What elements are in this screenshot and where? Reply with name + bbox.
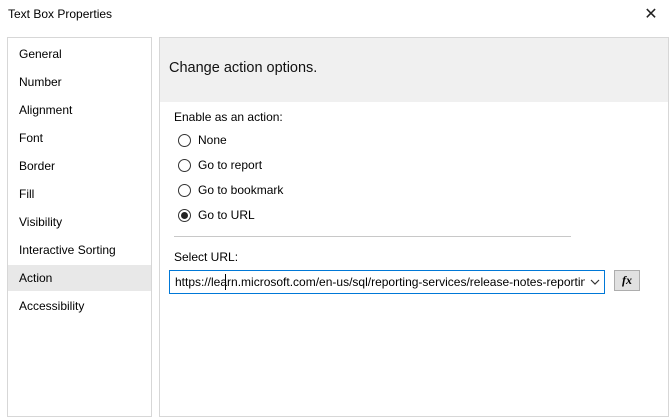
sidebar-item-visibility[interactable]: Visibility [8, 209, 151, 235]
close-icon[interactable]: ✕ [641, 4, 661, 24]
radio-label: None [198, 133, 227, 147]
sidebar-item-number[interactable]: Number [8, 69, 151, 95]
url-combobox[interactable]: https://learn.microsoft.com/en-us/sql/re… [169, 270, 605, 294]
select-url-label: Select URL: [174, 250, 239, 264]
radio-button[interactable] [178, 183, 191, 197]
radio-none[interactable]: None [178, 131, 227, 149]
url-input[interactable]: https://learn.microsoft.com/en-us/sql/re… [175, 275, 585, 289]
radio-label: Go to bookmark [198, 183, 284, 197]
chevron-down-icon[interactable] [586, 271, 604, 293]
radio-button[interactable] [178, 158, 191, 172]
radio-go-to-url[interactable]: Go to URL [178, 206, 255, 224]
radio-dot [181, 211, 188, 219]
fx-icon[interactable]: fx [614, 270, 640, 291]
sidebar-item-action[interactable]: Action [8, 265, 151, 291]
content-panel: Change action options. [159, 37, 669, 417]
section-divider [174, 236, 571, 237]
radio-go-to-bookmark[interactable]: Go to bookmark [178, 181, 283, 199]
fx-label: fx [622, 273, 632, 287]
title-bar: Text Box Properties ✕ [0, 0, 671, 30]
radio-label: Go to report [198, 158, 263, 172]
page-title: Change action options. [169, 60, 318, 76]
sidebar-item-font[interactable]: Font [8, 125, 151, 151]
radio-button-selected[interactable] [178, 208, 191, 222]
sidebar-item-accessibility[interactable]: Accessibility [8, 293, 151, 319]
sidebar-item-interactive-sorting[interactable]: Interactive Sorting [8, 237, 151, 263]
radio-go-to-report[interactable]: Go to report [178, 156, 262, 174]
text-caret [225, 274, 226, 290]
radio-button[interactable] [178, 133, 191, 147]
sidebar-item-general[interactable]: General [8, 41, 151, 67]
window-title: Text Box Properties [8, 7, 113, 21]
sidebar: General Number Alignment Font Border Fil… [7, 37, 152, 417]
sidebar-item-border[interactable]: Border [8, 153, 151, 179]
radio-label: Go to URL [198, 208, 255, 222]
sidebar-item-fill[interactable]: Fill [8, 181, 151, 207]
sidebar-item-alignment[interactable]: Alignment [8, 97, 151, 123]
enable-action-label: Enable as an action: [174, 110, 283, 124]
panel-header: Change action options. [160, 38, 668, 102]
